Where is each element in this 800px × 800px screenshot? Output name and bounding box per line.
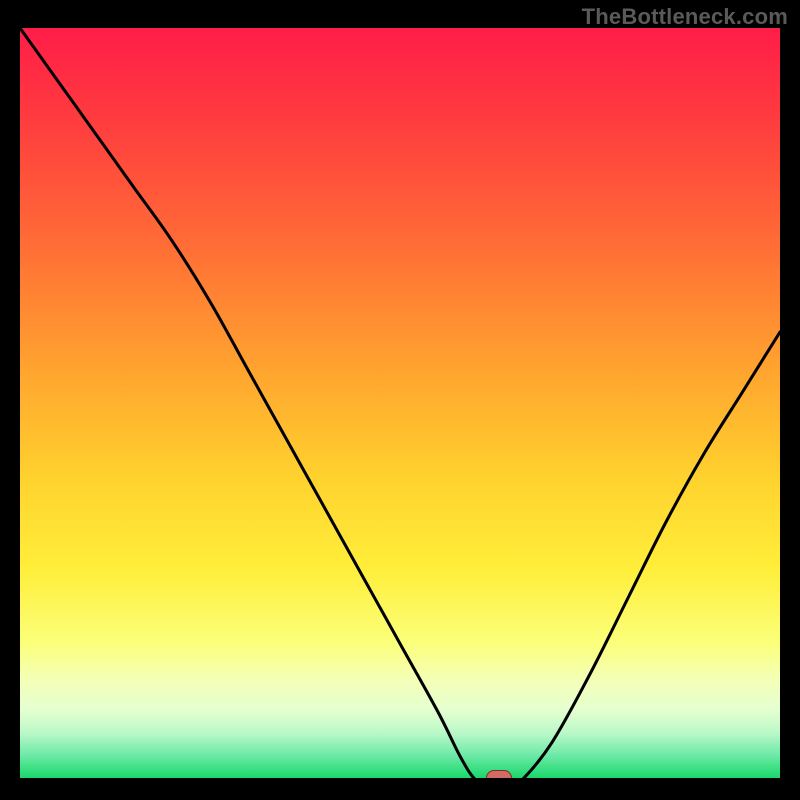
watermark-text: TheBottleneck.com — [582, 4, 788, 30]
chart-frame: TheBottleneck.com — [0, 0, 800, 800]
plot-area — [20, 28, 780, 778]
bottleneck-curve — [20, 28, 780, 778]
optimal-point-marker — [486, 770, 512, 778]
